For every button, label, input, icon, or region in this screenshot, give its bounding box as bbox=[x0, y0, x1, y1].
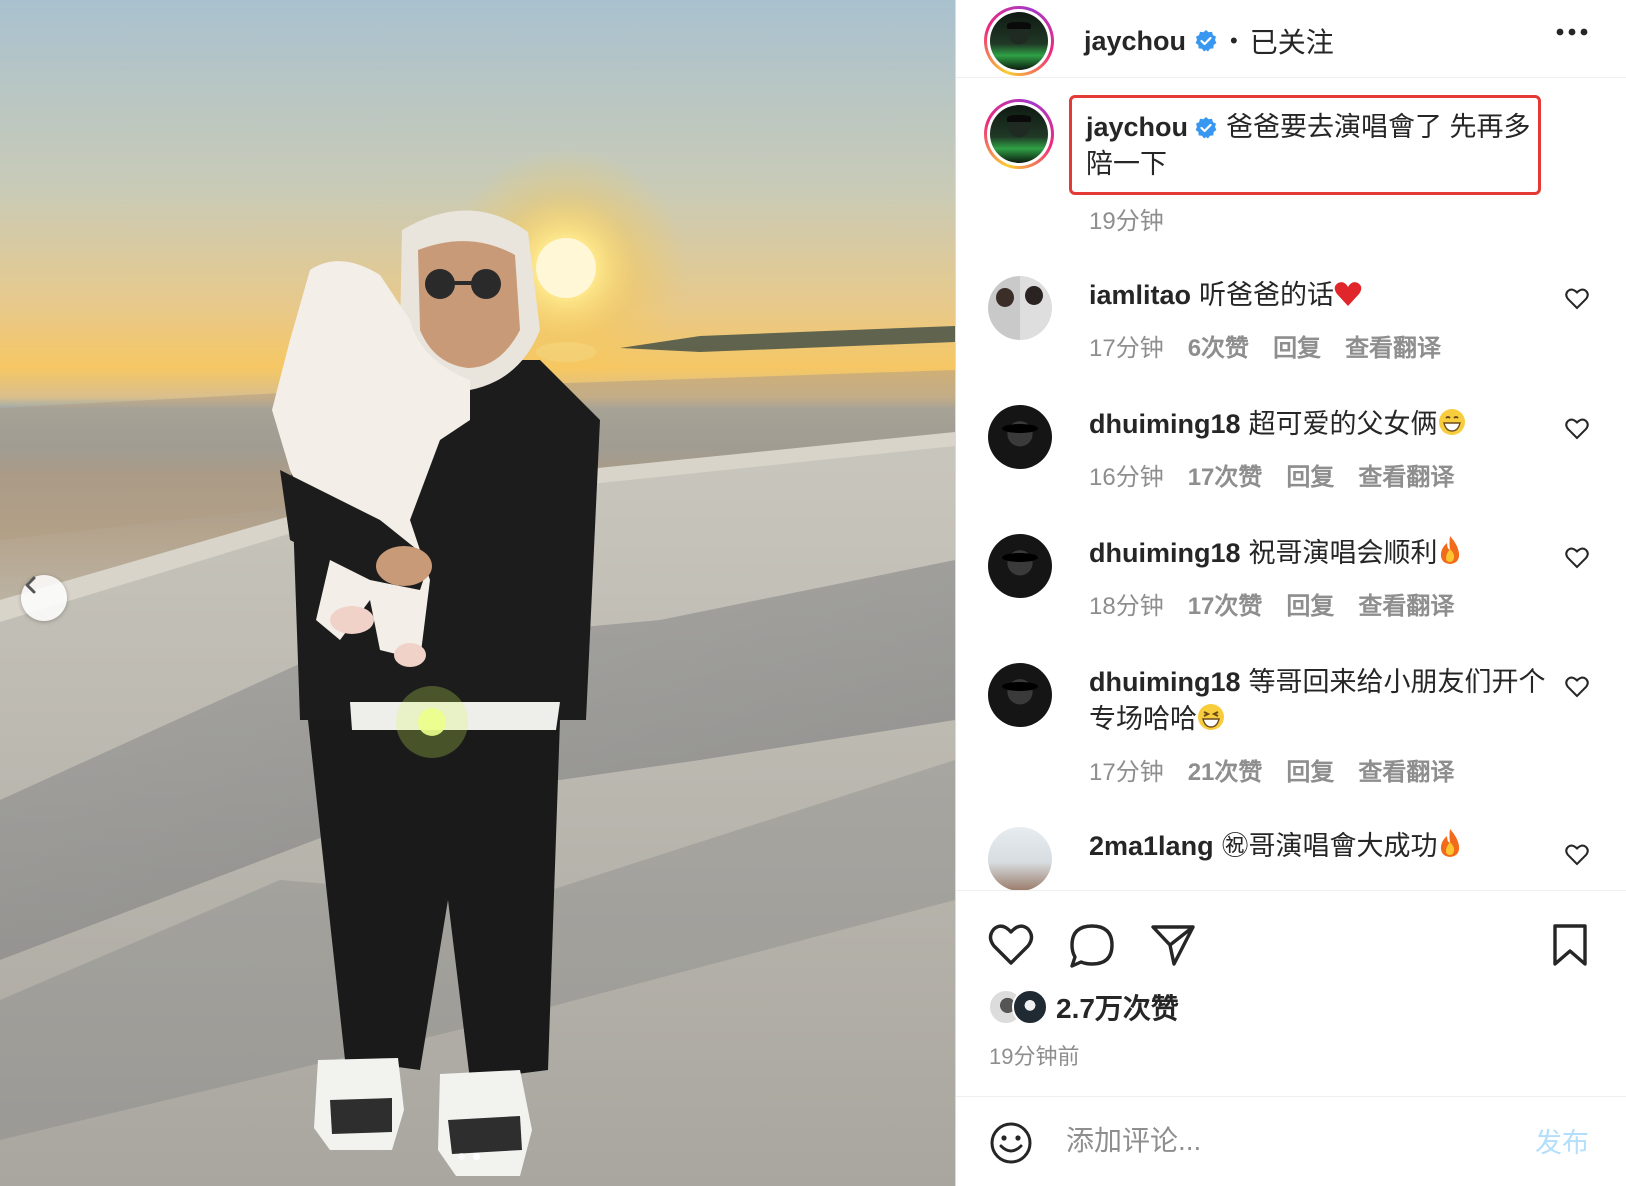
comment-body: 祝哥演唱会顺利 bbox=[1248, 538, 1438, 568]
verified-badge-icon bbox=[1195, 117, 1217, 139]
comment-item: dhuiming18 等哥回来给小朋友们开个专场哈哈 17分钟 21次赞 回复 查… bbox=[956, 660, 1626, 826]
comment-item: dhuiming18 超可爱的父女俩 16分钟 17次赞 回复 查看翻译 bbox=[956, 402, 1626, 531]
reply-button[interactable]: 回复 bbox=[1286, 457, 1334, 492]
carousel-dot bbox=[458, 1153, 465, 1160]
comment-avatar[interactable] bbox=[988, 276, 1052, 340]
comment-like-heart-icon[interactable] bbox=[1565, 676, 1589, 698]
paper-plane-icon[interactable] bbox=[1150, 923, 1196, 967]
comment-likes[interactable]: 17次赞 bbox=[1188, 457, 1263, 492]
comment-like-heart-icon[interactable] bbox=[1565, 418, 1589, 440]
reply-button[interactable]: 回复 bbox=[1286, 586, 1334, 621]
post-comment-button[interactable]: 发布 bbox=[1535, 1121, 1589, 1160]
comment-item: 2ma1lang ㊗哥演唱會大成功 bbox=[956, 826, 1626, 890]
sun bbox=[536, 238, 596, 298]
header-user: jaychou • 已关注 bbox=[1084, 21, 1334, 61]
comment-body: 听爸爸的话 bbox=[1199, 280, 1335, 310]
fire-emoji-icon bbox=[1440, 829, 1459, 857]
comment-avatar[interactable] bbox=[988, 827, 1052, 890]
comment-text: 2ma1lang ㊗哥演唱會大成功 bbox=[1089, 828, 1549, 865]
likes-summary[interactable]: 2.7万次赞 bbox=[988, 987, 1179, 1027]
comment-username[interactable]: dhuiming18 bbox=[1089, 409, 1241, 439]
post-actions: 2.7万次赞 19分钟前 bbox=[956, 890, 1626, 1095]
comment-meta: 16分钟 17次赞 回复 查看翻译 bbox=[1089, 457, 1454, 492]
post-header: jaychou • 已关注 bbox=[956, 0, 1626, 78]
comment-item: dhuiming18 祝哥演唱会顺利 18分钟 17次赞 回复 查看翻译 bbox=[956, 531, 1626, 660]
carousel-dot-active bbox=[473, 1153, 480, 1160]
add-comment-bar: 发布 bbox=[956, 1096, 1626, 1186]
header-username[interactable]: jaychou bbox=[1084, 26, 1186, 57]
post-sidebar: jaychou • 已关注 jaychou 爸爸要去演唱會了 先再多陪一下 19… bbox=[955, 0, 1626, 1186]
comment-avatar[interactable] bbox=[988, 534, 1052, 598]
comment-username[interactable]: dhuiming18 bbox=[1089, 538, 1241, 568]
heart-outline-icon[interactable] bbox=[988, 923, 1034, 967]
fire-emoji-icon bbox=[1440, 536, 1459, 564]
post-timestamp: 19分钟前 bbox=[989, 1044, 1080, 1069]
laughing-face-emoji-icon bbox=[1198, 704, 1224, 730]
reply-button[interactable]: 回复 bbox=[1273, 328, 1321, 363]
caption-avatar-ring[interactable] bbox=[984, 99, 1054, 169]
comment-avatar[interactable] bbox=[988, 405, 1052, 469]
comment-username[interactable]: 2ma1lang bbox=[1089, 831, 1214, 861]
bookmark-icon[interactable] bbox=[1551, 923, 1589, 967]
translate-button[interactable]: 查看翻译 bbox=[1358, 752, 1454, 787]
caption-text: jaychou 爸爸要去演唱會了 先再多陪一下 bbox=[1086, 109, 1536, 183]
follow-separator: • bbox=[1230, 28, 1238, 53]
header-avatar-ring[interactable] bbox=[984, 6, 1054, 76]
comment-avatar[interactable] bbox=[988, 663, 1052, 727]
post-photo[interactable] bbox=[0, 0, 955, 1186]
grinning-face-emoji-icon bbox=[1438, 409, 1465, 435]
carousel-dots bbox=[458, 1153, 480, 1160]
comment-likes[interactable]: 6次赞 bbox=[1188, 328, 1249, 363]
comment-meta: 17分钟 6次赞 回复 查看翻译 bbox=[1089, 328, 1441, 363]
verified-badge-icon bbox=[1195, 30, 1217, 52]
chevron-left-icon bbox=[25, 576, 36, 594]
photo-scene bbox=[0, 148, 955, 1186]
comment-input[interactable] bbox=[1066, 1119, 1496, 1163]
more-horizontal-icon[interactable] bbox=[1555, 26, 1589, 38]
reply-button[interactable]: 回复 bbox=[1286, 752, 1334, 787]
comment-time[interactable]: 17分钟 bbox=[1089, 328, 1164, 363]
comment-time[interactable]: 16分钟 bbox=[1089, 457, 1164, 492]
comment-text: iamlitao 听爸爸的话 bbox=[1089, 277, 1549, 314]
caption-username[interactable]: jaychou bbox=[1086, 112, 1188, 142]
follow-status-button[interactable]: 已关注 bbox=[1250, 21, 1334, 61]
comment-body: ㊗哥演唱會大成功 bbox=[1221, 831, 1438, 861]
comment-item: iamlitao 听爸爸的话 17分钟 6次赞 回复 查看翻译 bbox=[956, 268, 1626, 402]
liker-avatar bbox=[1012, 989, 1048, 1025]
comment-meta: 17分钟 21次赞 回复 查看翻译 bbox=[1089, 752, 1454, 787]
red-heart-emoji-icon bbox=[1334, 282, 1362, 306]
comment-like-heart-icon[interactable] bbox=[1565, 547, 1589, 569]
comment-likes[interactable]: 17次赞 bbox=[1188, 586, 1263, 621]
speech-bubble-icon[interactable] bbox=[1069, 923, 1115, 969]
comment-likes[interactable]: 21次赞 bbox=[1188, 752, 1263, 787]
comment-username[interactable]: iamlitao bbox=[1089, 280, 1191, 310]
comment-meta: 18分钟 17次赞 回复 查看翻译 bbox=[1089, 586, 1454, 621]
comment-text: dhuiming18 等哥回来给小朋友们开个专场哈哈 bbox=[1089, 664, 1549, 738]
comment-body: 超可爱的父女俩 bbox=[1248, 409, 1438, 439]
avatar bbox=[990, 12, 1048, 70]
avatar bbox=[990, 105, 1048, 163]
comment-time[interactable]: 18分钟 bbox=[1089, 586, 1164, 621]
comment-time[interactable]: 17分钟 bbox=[1089, 752, 1164, 787]
caption-time[interactable]: 19分钟 bbox=[1089, 201, 1164, 236]
comment-like-heart-icon[interactable] bbox=[1565, 288, 1589, 310]
likes-count[interactable]: 2.7万次赞 bbox=[1056, 987, 1179, 1027]
translate-button[interactable]: 查看翻译 bbox=[1345, 328, 1441, 363]
smiley-icon[interactable] bbox=[989, 1121, 1033, 1165]
comment-like-heart-icon[interactable] bbox=[1565, 844, 1589, 866]
comment-list[interactable]: iamlitao 听爸爸的话 17分钟 6次赞 回复 查看翻译 dhuiming1… bbox=[956, 268, 1626, 890]
comment-username[interactable]: dhuiming18 bbox=[1089, 667, 1241, 697]
carousel-prev-button[interactable] bbox=[21, 575, 67, 621]
translate-button[interactable]: 查看翻译 bbox=[1358, 586, 1454, 621]
comment-text: dhuiming18 祝哥演唱会顺利 bbox=[1089, 535, 1549, 572]
comment-text: dhuiming18 超可爱的父女俩 bbox=[1089, 406, 1549, 443]
translate-button[interactable]: 查看翻译 bbox=[1358, 457, 1454, 492]
